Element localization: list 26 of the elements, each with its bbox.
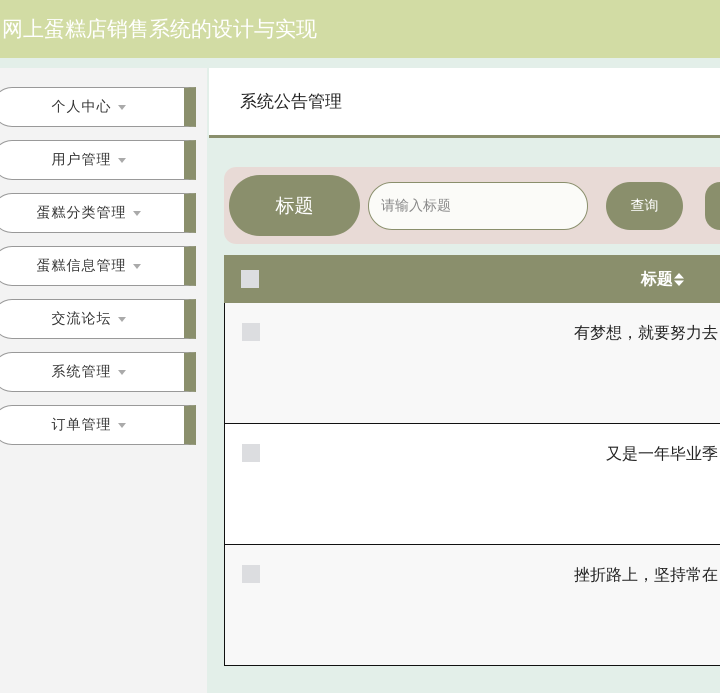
row-checkbox[interactable]: [242, 565, 260, 583]
caret-icon: [118, 422, 126, 428]
row-checkbox[interactable]: [242, 444, 260, 462]
caret-icon: [132, 210, 140, 216]
sidebar-menu-item[interactable]: 系统管理: [0, 352, 196, 392]
sidebar-menu-item[interactable]: 用户管理: [0, 140, 196, 180]
sidebar-menu-item[interactable]: 订单管理: [0, 405, 196, 445]
caret-icon: [118, 158, 126, 162]
row-checkbox[interactable]: [242, 323, 260, 341]
table-cell-text: 又是一年毕业季: [605, 444, 719, 465]
table-cell-text: 有梦想，就要努力去: [573, 323, 719, 344]
caret-icon: [132, 264, 140, 268]
search-label: 标题: [229, 175, 360, 236]
select-all-checkbox[interactable]: [241, 270, 259, 288]
sidebar-menu-item[interactable]: 交流论坛: [0, 299, 196, 339]
sidebar-menu-item[interactable]: 蛋糕信息管理: [0, 246, 196, 286]
caret-icon: [118, 104, 126, 110]
page-title: 系统公告管理: [240, 91, 342, 113]
toolbar-button[interactable]: [705, 182, 720, 230]
title-search-field[interactable]: 请输入标题: [368, 182, 588, 230]
caret-icon: [118, 316, 126, 322]
table-cell-text: 挫折路上，坚持常在: [573, 565, 719, 586]
sidebar-menu-item[interactable]: 蛋糕分类管理: [0, 193, 196, 233]
sidebar-menu-item[interactable]: 个人中心: [0, 87, 196, 127]
app-title: 网上蛋糕店销售系统的设计与实现: [2, 16, 317, 43]
caret-icon: [118, 370, 126, 374]
